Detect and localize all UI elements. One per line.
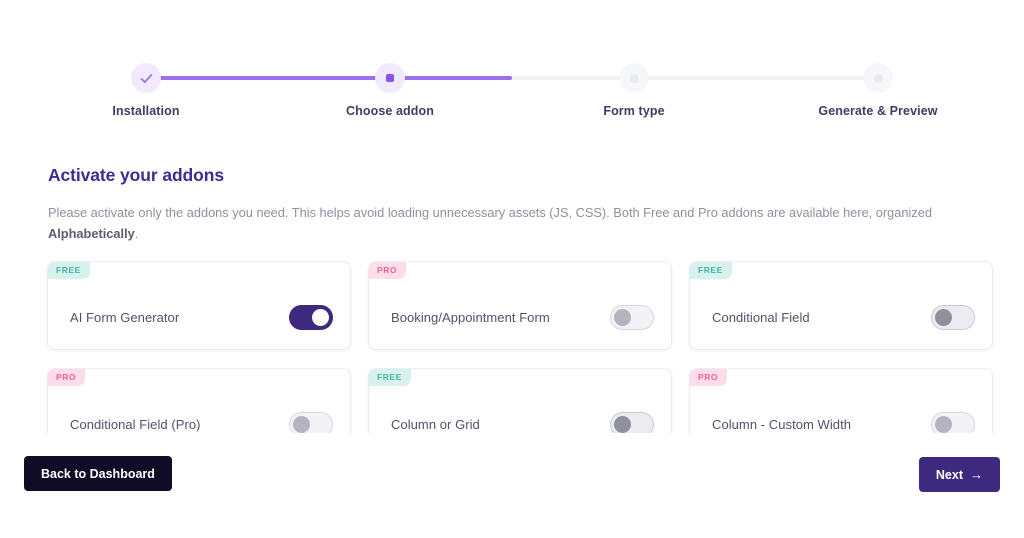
check-icon [131, 63, 161, 93]
addon-toggle[interactable] [610, 305, 654, 330]
step-dot-inner [386, 74, 394, 82]
addons-scroll-area[interactable]: FREE AI Form Generator PRO Booking/Appointm… [40, 256, 1000, 433]
wizard-stepper: Installation Choose addon Form type Generat… [0, 52, 1024, 122]
page-description: Please activate only the addons you need… [48, 203, 948, 244]
toggle-knob [293, 416, 310, 433]
addon-card-body: Booking/Appointment Form [369, 286, 671, 349]
back-to-dashboard-button[interactable]: Back to Dashboard [24, 456, 172, 491]
step-dot-inner [873, 73, 883, 83]
description-suffix: . [134, 225, 139, 241]
addon-free-badge: FREE [690, 262, 732, 279]
stepper-step-3[interactable]: Form type [554, 52, 714, 118]
stepper-step-label: Choose addon [345, 104, 434, 118]
addon-toggle[interactable] [610, 412, 654, 433]
addon-card[interactable]: FREE AI Form Generator [48, 262, 350, 349]
addon-pro-badge: PRO [690, 369, 728, 386]
back-to-dashboard-label: Back to Dashboard [41, 466, 155, 481]
addon-name: Column - Custom Width [712, 417, 852, 432]
pending-step-icon [863, 63, 893, 93]
page-title: Activate your addons [48, 165, 224, 185]
active-step-icon [375, 63, 405, 93]
stepper-step-label: Installation [112, 104, 180, 118]
addon-name: Conditional Field (Pro) [70, 417, 201, 432]
arrow-right-icon: → [970, 467, 983, 482]
addon-card-body: Column - Custom Width [690, 393, 992, 433]
addon-card-body: AI Form Generator [48, 286, 350, 349]
addon-card[interactable]: PRO Column - Custom Width [690, 369, 992, 433]
addon-card-body: Conditional Field (Pro) [48, 393, 350, 433]
wizard-page: Installation Choose addon Form type Generat… [0, 0, 1024, 538]
stepper-step-label: Generate & Preview [818, 104, 938, 118]
addon-toggle[interactable] [931, 412, 975, 433]
addon-toggle[interactable] [289, 412, 333, 433]
stepper-step-4[interactable]: Generate & Preview [798, 52, 958, 118]
addon-free-badge: FREE [369, 369, 411, 386]
toggle-knob [312, 309, 329, 326]
toggle-knob [935, 416, 952, 433]
addons-grid: FREE AI Form Generator PRO Booking/Appointm… [40, 256, 1000, 433]
addon-pro-badge: PRO [369, 262, 407, 279]
toggle-knob [935, 309, 952, 326]
addon-name: Column or Grid [391, 417, 480, 432]
description-emphasis: Alphabetically [48, 225, 135, 241]
addon-name: Conditional Field [712, 310, 810, 325]
addon-card[interactable]: FREE Conditional Field [690, 262, 992, 349]
addon-name: AI Form Generator [70, 310, 180, 325]
description-prefix: Please activate only the addons you need… [48, 205, 932, 220]
addon-toggle[interactable] [289, 305, 333, 330]
toggle-knob [614, 416, 631, 433]
step-dot-inner [629, 73, 639, 83]
addon-card[interactable]: FREE Column or Grid [369, 369, 671, 433]
next-button[interactable]: Next → [918, 457, 1000, 492]
addon-card-body: Conditional Field [690, 286, 992, 349]
next-label: Next [935, 467, 963, 482]
toggle-knob [614, 309, 631, 326]
stepper-step-1[interactable]: Installation [66, 52, 226, 118]
addon-toggle[interactable] [931, 305, 975, 330]
stepper-step-label: Form type [603, 104, 665, 118]
addon-card-body: Column or Grid [369, 393, 671, 433]
addon-card[interactable]: PRO Conditional Field (Pro) [48, 369, 350, 433]
addon-name: Booking/Appointment Form [391, 310, 550, 325]
addon-card[interactable]: PRO Booking/Appointment Form [369, 262, 671, 349]
addon-free-badge: FREE [48, 262, 90, 279]
pending-step-icon [619, 63, 649, 93]
addon-pro-badge: PRO [48, 369, 86, 386]
stepper-step-2[interactable]: Choose addon [310, 52, 470, 118]
